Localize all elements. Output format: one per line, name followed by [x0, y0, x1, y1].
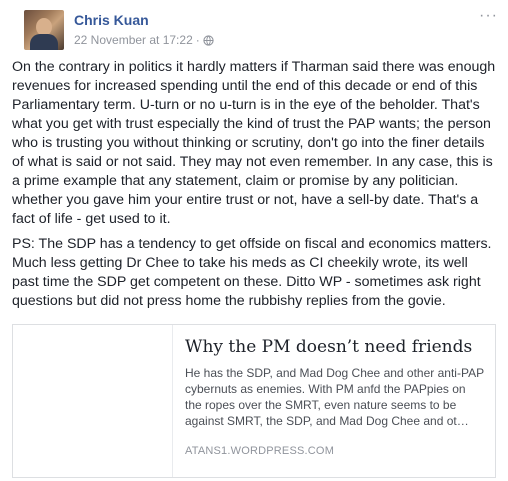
meta-separator: ·: [195, 33, 200, 47]
more-options-icon[interactable]: ···: [479, 8, 498, 24]
post-meta: 22 November at 17:22 ·: [74, 33, 214, 47]
post-header: Chris Kuan 22 November at 17:22 · ···: [12, 0, 508, 58]
link-title[interactable]: Why the PM doesn’t need friends: [185, 337, 485, 357]
avatar-body: [30, 34, 58, 50]
avatar[interactable]: [24, 10, 64, 50]
post-paragraph: On the contrary in politics it hardly ma…: [12, 59, 496, 227]
link-preview-card[interactable]: Why the PM doesn’t need friends He has t…: [12, 324, 496, 478]
post-timestamp[interactable]: 22 November at 17:22: [74, 33, 193, 47]
link-preview-body[interactable]: Why the PM doesn’t need friends He has t…: [173, 325, 495, 477]
post-paragraph: PS: The SDP has a tendency to get offsid…: [12, 236, 492, 309]
post-content: On the contrary in politics it hardly ma…: [12, 58, 508, 311]
globe-icon[interactable]: [203, 34, 214, 46]
link-preview-image[interactable]: [13, 325, 173, 477]
link-description: He has the SDP, and Mad Dog Chee and oth…: [185, 366, 484, 428]
author-name[interactable]: Chris Kuan: [74, 12, 149, 28]
facebook-post: Chris Kuan 22 November at 17:22 · ··· On…: [0, 0, 508, 481]
link-domain: ATANS1.WORDPRESS.COM: [185, 445, 335, 457]
